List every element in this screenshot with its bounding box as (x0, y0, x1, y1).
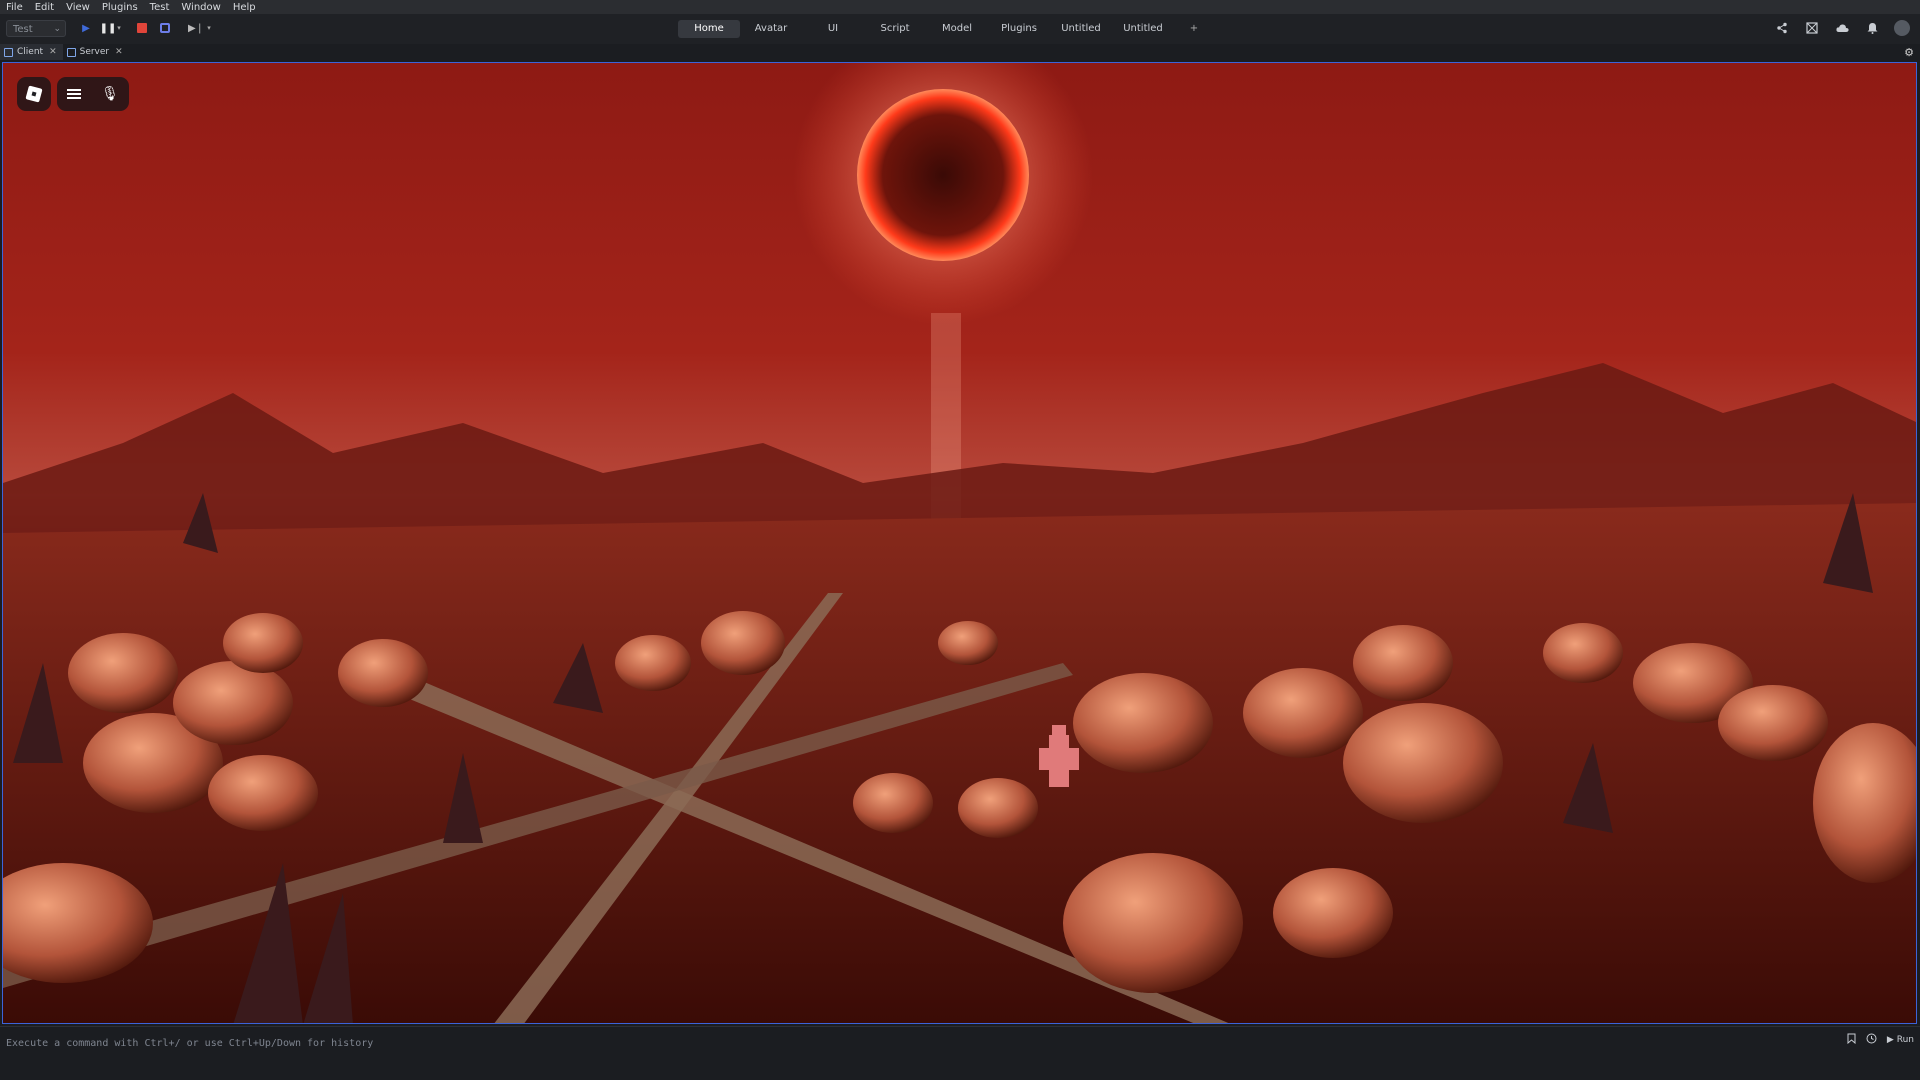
chevron-down-icon: ▾ (207, 24, 211, 32)
tab-script[interactable]: Script (864, 20, 926, 38)
tab-avatar[interactable]: Avatar (740, 20, 802, 38)
avatar-icon[interactable] (1894, 20, 1910, 36)
menu-view[interactable]: View (60, 2, 96, 13)
client-server-toggle-button[interactable] (157, 20, 173, 36)
menu-window[interactable]: Window (175, 2, 226, 13)
history-icon[interactable] (1866, 1033, 1877, 1047)
tab-ui[interactable]: UI (802, 20, 864, 38)
ribbon-toolbar: Test ⌄ ▶ ❚❚ ▾ ▶❘ ▾ Home Avatar UI Script… (0, 14, 1920, 45)
tab-untitled-2[interactable]: Untitled (1112, 20, 1174, 38)
menu-help[interactable]: Help (227, 2, 262, 13)
test-mode-select[interactable]: Test ⌄ (6, 20, 66, 37)
doc-tab-client[interactable]: Client ✕ (0, 44, 63, 60)
share-icon[interactable] (1774, 20, 1790, 36)
chat-voice-group: 🎙 (57, 77, 129, 111)
step-dropdown-button[interactable]: ▾ (205, 20, 213, 36)
run-label: Run (1896, 1035, 1914, 1045)
add-tab-button[interactable]: + (1174, 20, 1214, 38)
menu-test[interactable]: Test (144, 2, 176, 13)
pause-button[interactable]: ❚❚ (99, 20, 117, 36)
cloud-icon[interactable] (1834, 20, 1850, 36)
eclipse-sun (857, 89, 1029, 261)
command-bar-actions: ▶ Run (1847, 1033, 1914, 1047)
client-server-icon (160, 23, 170, 33)
menu-plugins[interactable]: Plugins (96, 2, 144, 13)
bookmark-icon[interactable] (1847, 1033, 1856, 1047)
tab-untitled-1[interactable]: Untitled (1050, 20, 1112, 38)
doc-tab-label: Server (79, 47, 110, 57)
close-icon[interactable]: ✕ (115, 47, 123, 57)
roblox-topbar: 🎙 (17, 77, 129, 111)
window-icon (66, 47, 76, 57)
chevron-down-icon: ⌄ (53, 24, 61, 34)
chevron-down-icon: ▾ (117, 24, 121, 32)
ribbon-right-icons (1774, 20, 1910, 36)
menu-bar: File Edit View Plugins Test Window Help (0, 0, 1920, 14)
status-strip (0, 1056, 1920, 1080)
command-input[interactable] (4, 1033, 1808, 1053)
game-scene (3, 63, 1916, 1023)
play-icon: ▶ (82, 22, 90, 34)
pause-icon: ❚❚ (99, 22, 117, 34)
tab-plugins[interactable]: Plugins (988, 20, 1050, 38)
gear-icon[interactable]: ⚙ (1904, 46, 1914, 59)
ribbon-tabs: Home Avatar UI Script Model Plugins Unti… (678, 20, 1214, 38)
stop-icon (137, 23, 147, 33)
play-button[interactable]: ▶ (78, 20, 94, 36)
stop-button[interactable] (134, 20, 150, 36)
tab-model[interactable]: Model (926, 20, 988, 38)
step-button[interactable]: ▶❘ (188, 20, 204, 36)
close-icon[interactable]: ✕ (49, 47, 57, 57)
menu-edit[interactable]: Edit (29, 2, 60, 13)
roblox-logo-icon (25, 85, 43, 103)
command-bar: ▶ Run (0, 1026, 1920, 1057)
microphone-icon[interactable]: 🎙 (101, 86, 119, 102)
window-icon (4, 47, 13, 57)
run-button[interactable]: ▶ Run (1887, 1035, 1914, 1045)
hamburger-menu-icon[interactable] (67, 89, 82, 99)
bell-icon[interactable] (1864, 20, 1880, 36)
doc-tab-server[interactable]: Server ✕ (63, 44, 129, 60)
roblox-menu-button[interactable] (17, 77, 51, 111)
document-tabs: Client ✕ Server ✕ ⚙ (0, 44, 1920, 60)
step-icon: ▶❘ (187, 22, 205, 34)
tab-home[interactable]: Home (678, 20, 740, 38)
team-icon[interactable] (1804, 20, 1820, 36)
doc-tab-label: Client (17, 47, 44, 57)
test-mode-label: Test (13, 24, 33, 35)
menu-file[interactable]: File (0, 2, 29, 13)
game-viewport[interactable]: 🎙 (2, 62, 1917, 1024)
pause-dropdown-button[interactable]: ▾ (115, 20, 123, 36)
play-icon: ▶ (1886, 1035, 1894, 1045)
